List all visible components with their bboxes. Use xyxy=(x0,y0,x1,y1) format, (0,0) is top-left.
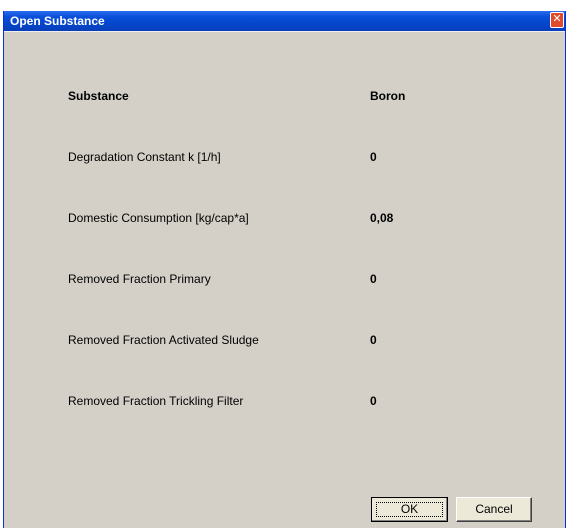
title-bar[interactable]: Open Substance ✕ xyxy=(4,11,565,31)
ok-button[interactable]: OK xyxy=(371,497,448,522)
focus-rect xyxy=(376,502,443,517)
window-title: Open Substance xyxy=(10,14,105,28)
removed-fraction-primary-value: 0 xyxy=(370,272,377,286)
removed-fraction-trickling-filter-value: 0 xyxy=(370,394,377,408)
removed-fraction-trickling-filter-label: Removed Fraction Trickling Filter xyxy=(68,394,244,408)
close-icon[interactable]: ✕ xyxy=(550,12,564,28)
cancel-button[interactable]: Cancel xyxy=(456,497,532,522)
removed-fraction-primary-label: Removed Fraction Primary xyxy=(68,272,211,286)
removed-fraction-activated-sludge-label: Removed Fraction Activated Sludge xyxy=(68,333,259,347)
dialog-body: Substance Boron Degradation Constant k [… xyxy=(4,31,565,528)
removed-fraction-activated-sludge-value: 0 xyxy=(370,333,377,347)
substance-label: Substance xyxy=(68,89,129,103)
substance-value: Boron xyxy=(370,89,406,103)
domestic-consumption-value: 0,08 xyxy=(370,211,394,225)
cancel-button-label: Cancel xyxy=(475,502,513,516)
degradation-constant-value: 0 xyxy=(370,150,377,164)
open-substance-dialog: Open Substance ✕ Substance Boron Degrada… xyxy=(3,11,566,528)
domestic-consumption-label: Domestic Consumption [kg/cap*a] xyxy=(68,211,249,225)
degradation-constant-label: Degradation Constant k [1/h] xyxy=(68,150,221,164)
